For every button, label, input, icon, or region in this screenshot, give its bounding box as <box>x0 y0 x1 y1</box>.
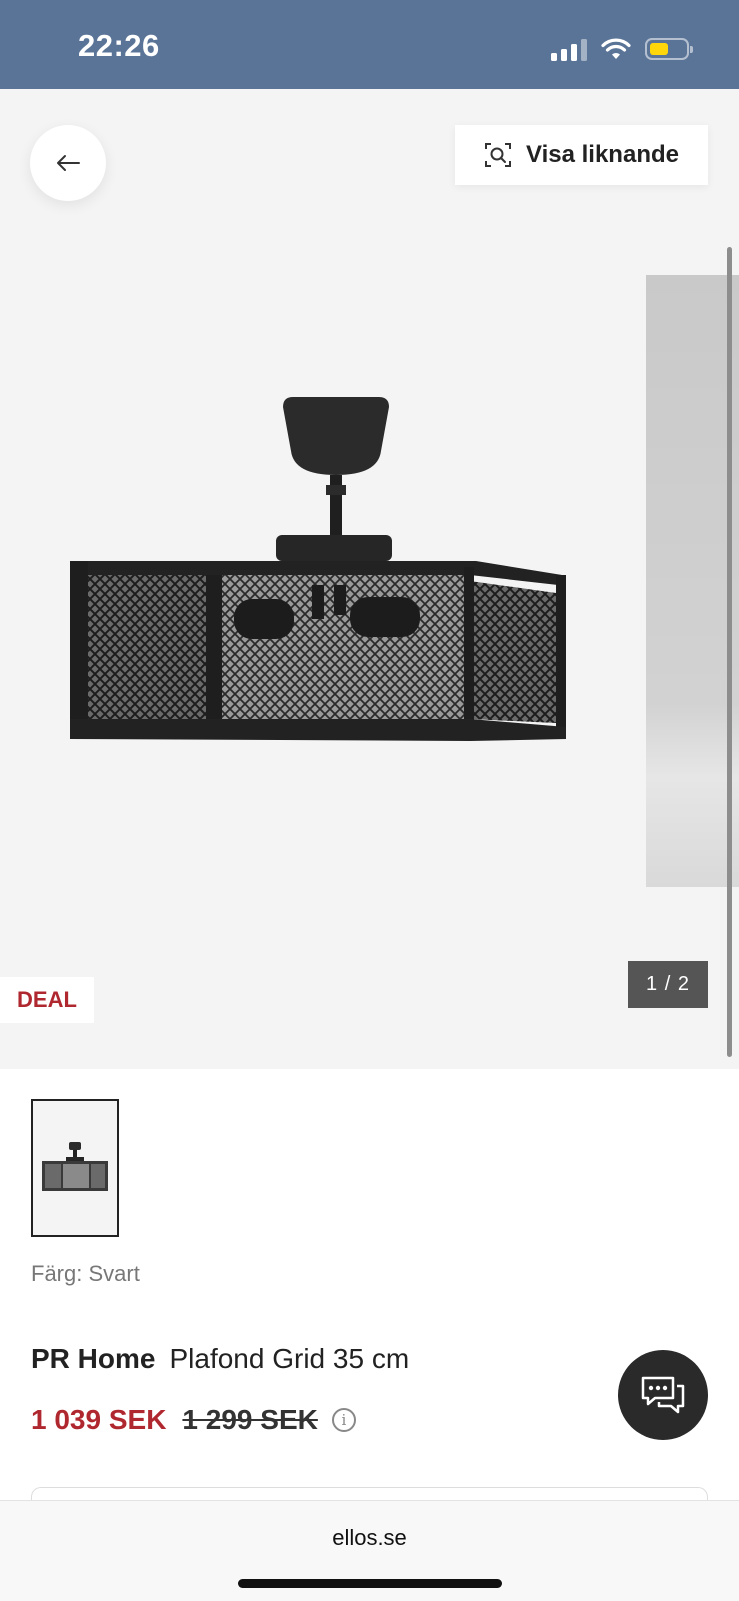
image-counter: 1 / 2 <box>628 961 708 1008</box>
battery-icon <box>645 38 693 60</box>
show-similar-button[interactable]: Visa liknande <box>455 125 708 185</box>
price-current: 1 039 SEK <box>31 1404 167 1435</box>
deal-badge: DEAL <box>0 977 94 1023</box>
product-image-gallery[interactable]: Visa liknande DEAL 1 / 2 <box>0 89 739 1069</box>
back-arrow-icon <box>57 155 80 171</box>
info-icon[interactable]: i <box>331 1408 356 1432</box>
wifi-icon <box>601 38 631 59</box>
product-brand[interactable]: PR Home <box>31 1343 155 1374</box>
status-icons <box>551 34 693 64</box>
scrollbar[interactable] <box>727 247 732 1057</box>
show-similar-label: Visa liknande <box>526 141 679 168</box>
chat-icon <box>641 1376 685 1414</box>
visual-search-icon <box>485 143 512 167</box>
price-line: 1 039 SEK 1 299 SEK i <box>31 1404 356 1436</box>
url-text[interactable]: ellos.se <box>0 1525 739 1551</box>
back-button[interactable] <box>30 125 106 201</box>
status-bar: 22:26 <box>0 0 739 89</box>
price-original: 1 299 SEK <box>182 1404 318 1435</box>
color-thumbnail[interactable] <box>31 1099 119 1237</box>
browser-url-bar[interactable]: ellos.se <box>0 1500 739 1601</box>
next-image-preview[interactable] <box>646 275 739 887</box>
home-indicator[interactable] <box>238 1579 502 1588</box>
product-image <box>70 397 566 741</box>
color-label: Färg: Svart <box>31 1261 140 1287</box>
chat-button[interactable] <box>618 1350 708 1440</box>
thumbnail-image <box>42 1142 108 1191</box>
signal-icon <box>551 37 587 61</box>
color-label-key: Färg: <box>31 1261 83 1286</box>
product-title: PR Home Plafond Grid 35 cm <box>31 1343 409 1375</box>
color-value: Svart <box>88 1261 140 1286</box>
status-time: 22:26 <box>78 28 160 63</box>
product-name: Plafond Grid 35 cm <box>169 1343 410 1374</box>
